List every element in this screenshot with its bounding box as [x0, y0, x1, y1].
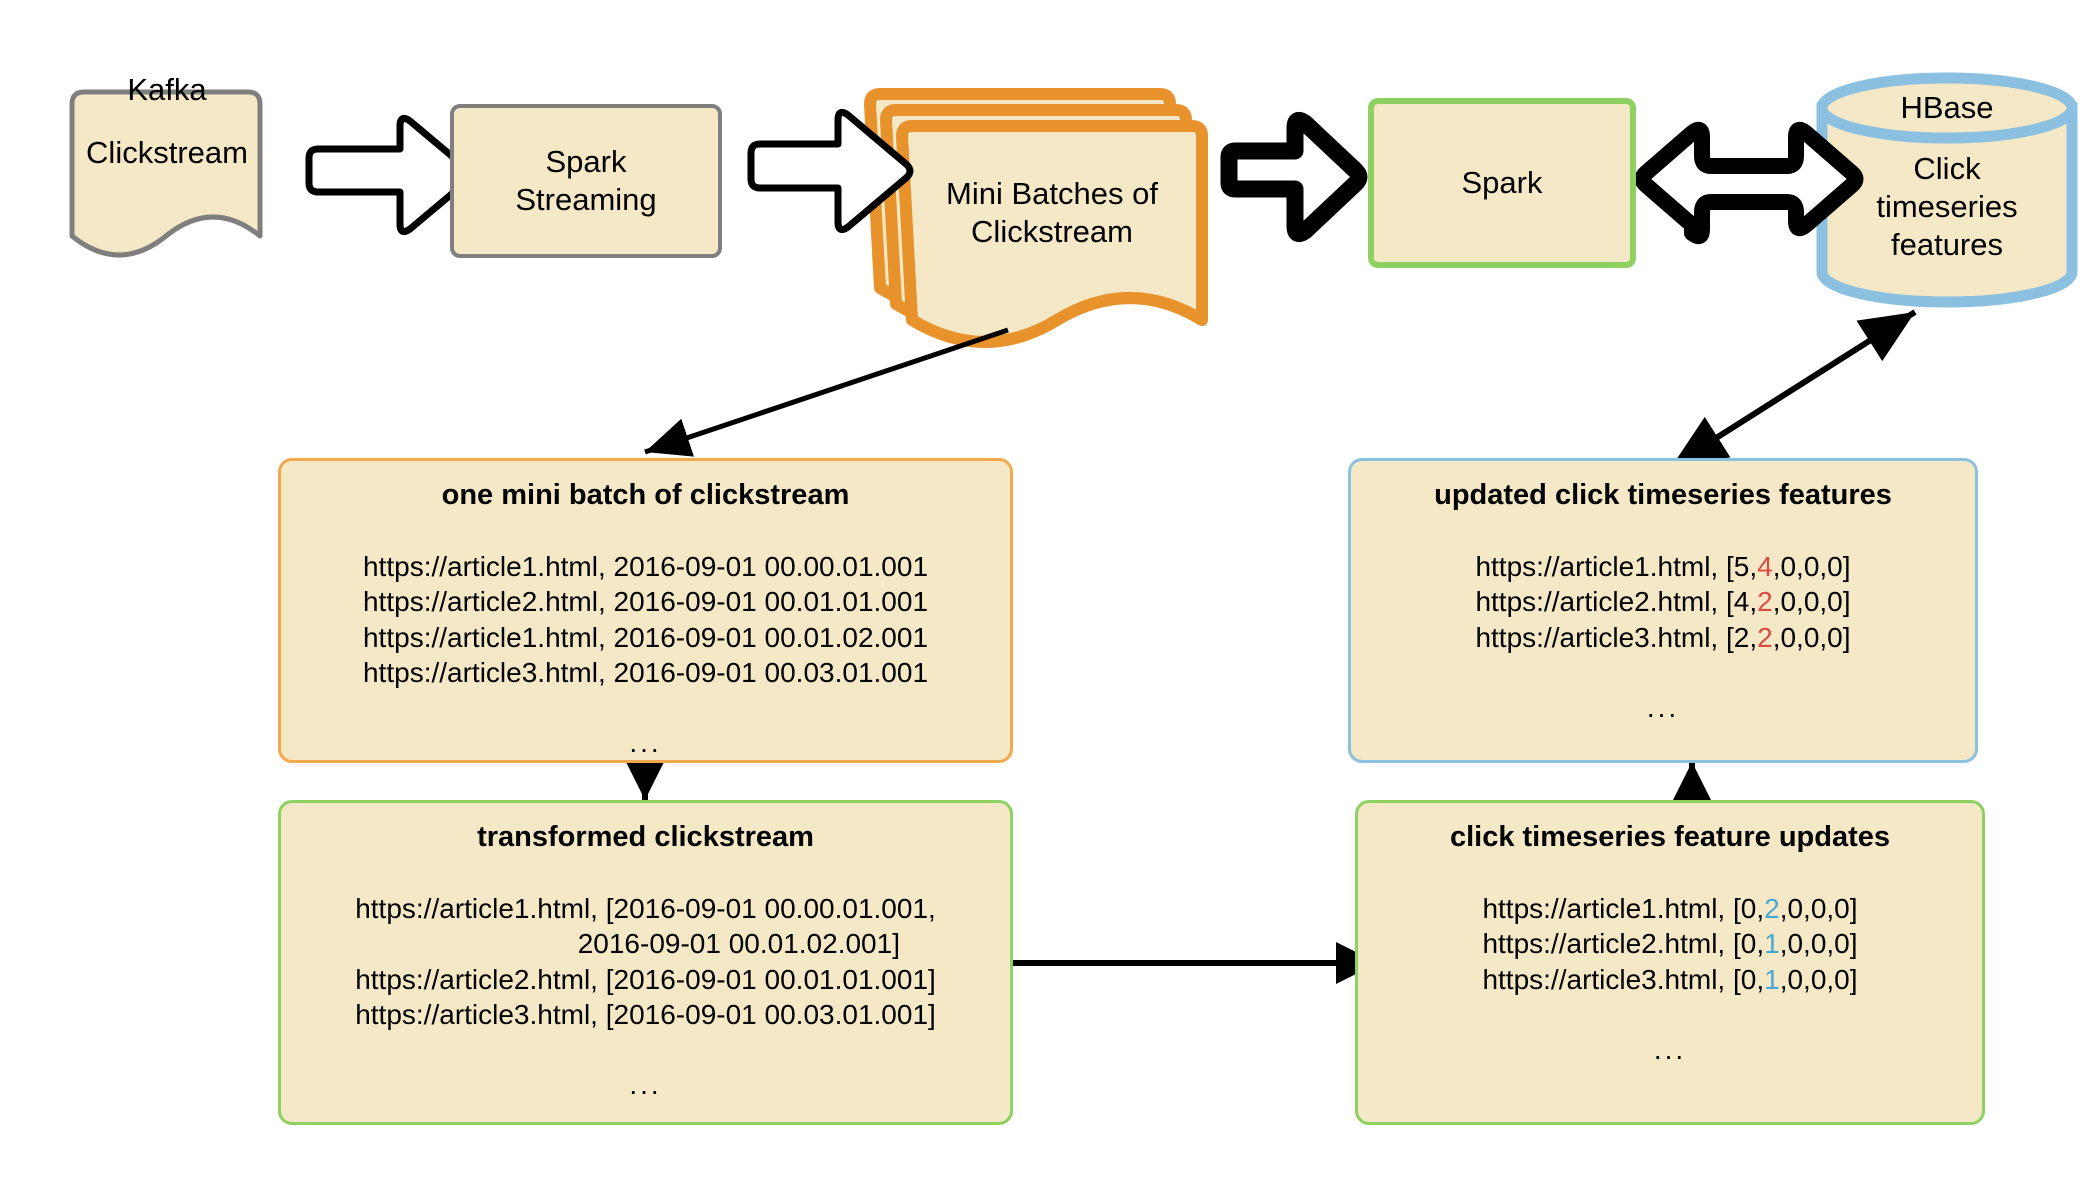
panel-ellipsis: ...: [629, 1069, 662, 1101]
arrow-kafka-to-spark-streaming: [305, 114, 474, 236]
panel-data-row: https://article1.html, [0,2,0,0,0]: [1482, 893, 1858, 924]
panel-ellipsis: ...: [1653, 1034, 1687, 1066]
panel-updated-features-title: updated click timeseries features: [1434, 479, 1892, 511]
spark-streaming-box[interactable]: [450, 104, 722, 258]
panel-click-timeseries-feature-updates[interactable]: click timeseries feature updates https:/…: [1355, 800, 1985, 1125]
panel-data-row: https://article1.html, [5,4,0,0,0]: [1475, 551, 1851, 582]
highlighted-value: 1: [1764, 963, 1780, 995]
panel-feature-updates-body: https://article1.html, [0,2,0,0,0] https:…: [1358, 891, 1982, 1067]
highlighted-value: 2: [1764, 893, 1780, 924]
panel-ellipsis: ...: [629, 727, 662, 759]
panel-feature-updates-title: click timeseries feature updates: [1449, 821, 1891, 853]
kafka-document-shape: [69, 89, 263, 258]
panel-one-mini-batch-title: one mini batch of clickstream: [441, 479, 850, 511]
panel-updated-click-timeseries-features[interactable]: updated click timeseries features https:…: [1348, 458, 1978, 763]
panel-data-row: https://article2.html, [4,2,0,0,0]: [1475, 586, 1851, 618]
panel-transformed-clickstream[interactable]: transformed clickstream https://article1…: [278, 800, 1013, 1125]
highlighted-value: 2: [1757, 586, 1773, 618]
panel-data-row: https://article3.html, [2016-09-01 00.03…: [355, 998, 936, 1030]
panel-one-mini-batch-body: https://article1.html, 2016-09-01 00.00.…: [281, 549, 1010, 761]
panel-updated-features-body: https://article1.html, [5,4,0,0,0] https:…: [1351, 549, 1975, 725]
highlighted-value: 2: [1757, 621, 1773, 653]
panel-one-mini-batch[interactable]: one mini batch of clickstream https://ar…: [278, 458, 1013, 763]
panel-data-row: https://article3.html, [0,1,0,0,0]: [1482, 963, 1858, 995]
panel-data-row: https://article3.html, [2,2,0,0,0]: [1475, 621, 1851, 653]
panel-transformed-clickstream-body: https://article1.html, [2016-09-01 00.00…: [281, 891, 1010, 1103]
highlighted-value: 4: [1757, 551, 1773, 582]
panel-data-row: https://article2.html, 2016-09-01 00.01.…: [362, 586, 929, 618]
hbase-cylinder-shape: [1816, 72, 2078, 308]
arrow-batches-to-minibatch-panel: [644, 327, 1009, 457]
panel-ellipsis: ...: [1646, 692, 1680, 724]
panel-data-row: https://article1.html, [2016-09-01 00.00…: [355, 893, 936, 924]
panel-data-row: https://article1.html, 2016-09-01 00.00.…: [362, 551, 929, 582]
arrow-hbase-to-updated-features-panel: [1670, 309, 1917, 469]
panel-data-row: https://article2.html, [0,1,0,0,0]: [1482, 928, 1858, 960]
panel-data-row: 2016-09-01 00.01.02.001]: [391, 928, 900, 960]
panel-data-row: https://article3.html, 2016-09-01 00.03.…: [362, 656, 929, 688]
highlighted-value: 1: [1764, 928, 1780, 960]
panel-transformed-clickstream-title: transformed clickstream: [477, 821, 814, 853]
panel-data-row: https://article1.html, 2016-09-01 00.01.…: [362, 621, 929, 653]
panel-data-row: https://article2.html, [2016-09-01 00.01…: [355, 963, 936, 995]
spark-box[interactable]: [1368, 98, 1636, 268]
mini-batches-stack-shape: [864, 88, 1208, 348]
arrow-mini-batches-to-spark: [1220, 112, 1368, 242]
